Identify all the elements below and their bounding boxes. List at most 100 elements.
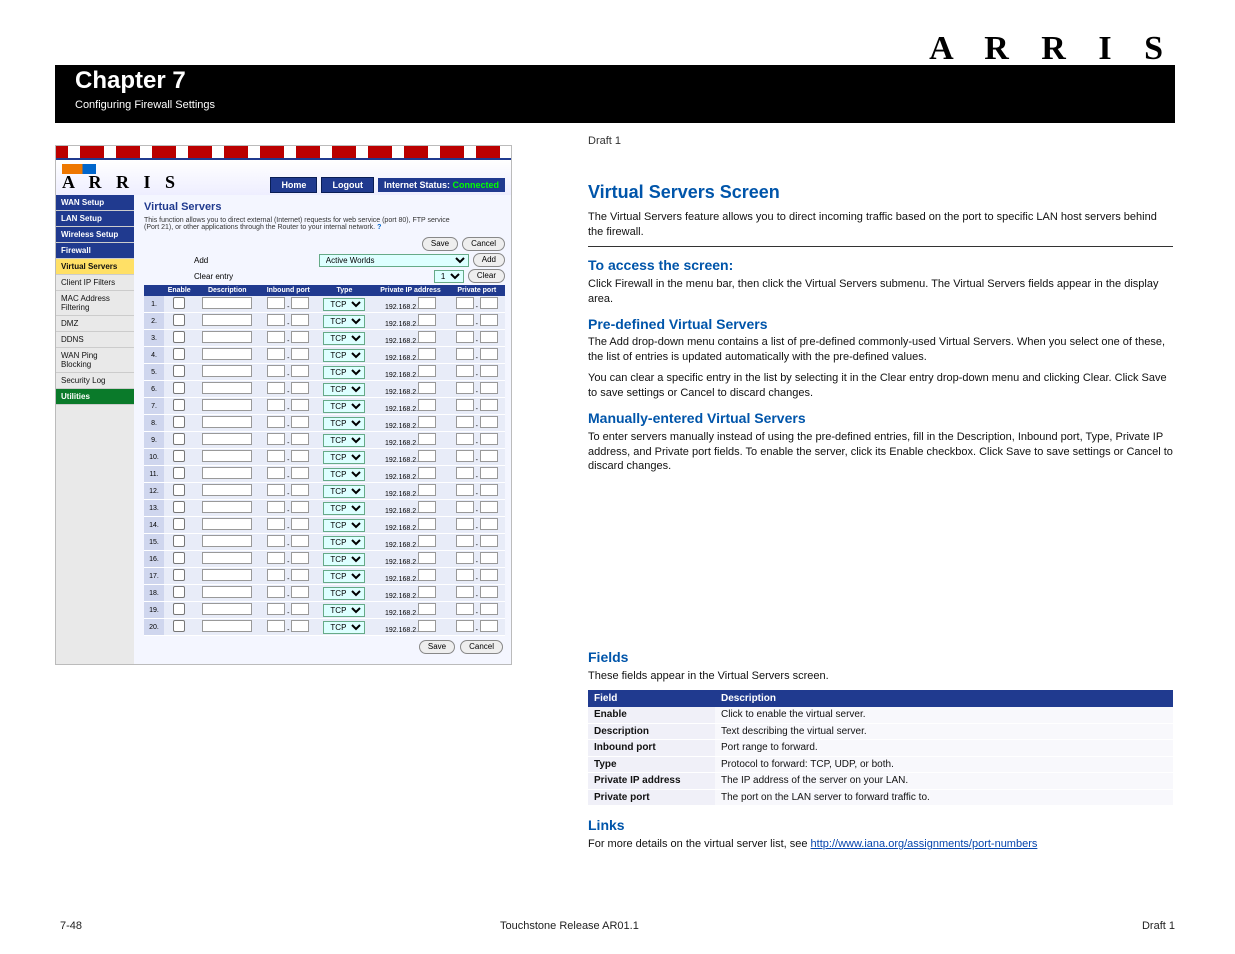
private-port-from[interactable] [456, 586, 474, 598]
inbound-port-from[interactable] [267, 501, 285, 513]
enable-checkbox[interactable] [173, 399, 185, 411]
private-port-from[interactable] [456, 501, 474, 513]
sidebar-cat-wan[interactable]: WAN Setup [56, 195, 134, 211]
inbound-port-to[interactable] [291, 297, 309, 309]
private-port-from[interactable] [456, 331, 474, 343]
inbound-port-to[interactable] [291, 382, 309, 394]
private-port-from[interactable] [456, 467, 474, 479]
inbound-port-from[interactable] [267, 569, 285, 581]
type-select[interactable]: TCP [323, 400, 365, 413]
sidebar-cat-firewall[interactable]: Firewall [56, 243, 134, 259]
private-ip-input[interactable] [418, 586, 436, 598]
enable-checkbox[interactable] [173, 382, 185, 394]
private-port-to[interactable] [480, 399, 498, 411]
inbound-port-to[interactable] [291, 620, 309, 632]
iana-link[interactable]: http://www.iana.org/assignments/port-num… [811, 838, 1038, 850]
sidebar-item-security-log[interactable]: Security Log [56, 373, 134, 389]
private-ip-input[interactable] [418, 348, 436, 360]
enable-checkbox[interactable] [173, 518, 185, 530]
private-port-to[interactable] [480, 586, 498, 598]
enable-checkbox[interactable] [173, 501, 185, 513]
description-input[interactable] [202, 331, 252, 343]
inbound-port-to[interactable] [291, 501, 309, 513]
inbound-port-to[interactable] [291, 314, 309, 326]
nav-home[interactable]: Home [270, 177, 317, 193]
inbound-port-from[interactable] [267, 433, 285, 445]
description-input[interactable] [202, 416, 252, 428]
description-input[interactable] [202, 620, 252, 632]
type-select[interactable]: TCP [323, 519, 365, 532]
sidebar-cat-utilities[interactable]: Utilities [56, 389, 134, 405]
private-ip-input[interactable] [418, 416, 436, 428]
inbound-port-to[interactable] [291, 450, 309, 462]
inbound-port-to[interactable] [291, 603, 309, 615]
private-ip-input[interactable] [418, 620, 436, 632]
private-port-to[interactable] [480, 314, 498, 326]
inbound-port-from[interactable] [267, 586, 285, 598]
private-port-to[interactable] [480, 620, 498, 632]
private-ip-input[interactable] [418, 433, 436, 445]
description-input[interactable] [202, 433, 252, 445]
inbound-port-to[interactable] [291, 569, 309, 581]
type-select[interactable]: TCP [323, 417, 365, 430]
private-port-from[interactable] [456, 382, 474, 394]
inbound-port-from[interactable] [267, 382, 285, 394]
type-select[interactable]: TCP [323, 621, 365, 634]
private-ip-input[interactable] [418, 603, 436, 615]
description-input[interactable] [202, 518, 252, 530]
enable-checkbox[interactable] [173, 586, 185, 598]
private-ip-input[interactable] [418, 331, 436, 343]
inbound-port-to[interactable] [291, 348, 309, 360]
type-select[interactable]: TCP [323, 332, 365, 345]
private-ip-input[interactable] [418, 382, 436, 394]
private-ip-input[interactable] [418, 535, 436, 547]
private-port-to[interactable] [480, 467, 498, 479]
enable-checkbox[interactable] [173, 297, 185, 309]
add-button[interactable]: Add [473, 253, 505, 267]
private-port-to[interactable] [480, 552, 498, 564]
enable-checkbox[interactable] [173, 552, 185, 564]
inbound-port-from[interactable] [267, 348, 285, 360]
description-input[interactable] [202, 501, 252, 513]
private-ip-input[interactable] [418, 484, 436, 496]
sidebar-item-client-ip[interactable]: Client IP Filters [56, 275, 134, 291]
inbound-port-from[interactable] [267, 399, 285, 411]
private-port-from[interactable] [456, 314, 474, 326]
inbound-port-to[interactable] [291, 416, 309, 428]
private-port-from[interactable] [456, 552, 474, 564]
private-port-to[interactable] [480, 348, 498, 360]
type-select[interactable]: TCP [323, 587, 365, 600]
enable-checkbox[interactable] [173, 314, 185, 326]
type-select[interactable]: TCP [323, 434, 365, 447]
description-input[interactable] [202, 450, 252, 462]
private-port-to[interactable] [480, 450, 498, 462]
private-port-from[interactable] [456, 569, 474, 581]
private-port-to[interactable] [480, 569, 498, 581]
inbound-port-to[interactable] [291, 586, 309, 598]
sidebar-item-mac[interactable]: MAC Address Filtering [56, 291, 134, 316]
sidebar-cat-lan[interactable]: LAN Setup [56, 211, 134, 227]
private-port-to[interactable] [480, 535, 498, 547]
private-port-from[interactable] [456, 297, 474, 309]
enable-checkbox[interactable] [173, 365, 185, 377]
inbound-port-to[interactable] [291, 535, 309, 547]
private-port-from[interactable] [456, 518, 474, 530]
private-port-to[interactable] [480, 484, 498, 496]
description-input[interactable] [202, 552, 252, 564]
inbound-port-from[interactable] [267, 416, 285, 428]
private-port-to[interactable] [480, 501, 498, 513]
inbound-port-from[interactable] [267, 365, 285, 377]
enable-checkbox[interactable] [173, 348, 185, 360]
inbound-port-from[interactable] [267, 314, 285, 326]
description-input[interactable] [202, 365, 252, 377]
type-select[interactable]: TCP [323, 553, 365, 566]
private-port-to[interactable] [480, 365, 498, 377]
private-ip-input[interactable] [418, 297, 436, 309]
private-port-from[interactable] [456, 484, 474, 496]
description-input[interactable] [202, 399, 252, 411]
private-port-from[interactable] [456, 416, 474, 428]
private-ip-input[interactable] [418, 314, 436, 326]
nav-logout[interactable]: Logout [321, 177, 374, 193]
description-input[interactable] [202, 348, 252, 360]
inbound-port-from[interactable] [267, 297, 285, 309]
